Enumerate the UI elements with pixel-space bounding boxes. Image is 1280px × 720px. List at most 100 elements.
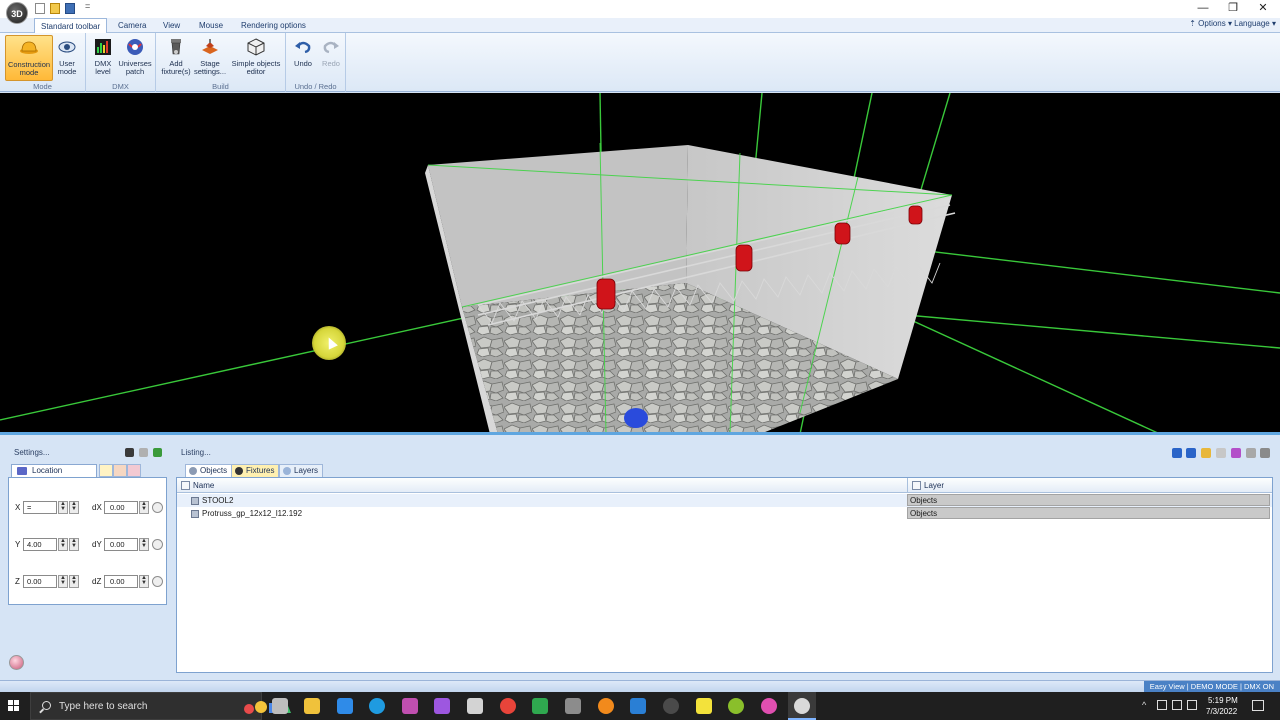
group-icon[interactable] [153, 448, 162, 457]
link-icon[interactable] [1231, 448, 1241, 458]
taskbar-search-box[interactable]: Type here to search [30, 692, 291, 720]
dz-apply-icon[interactable] [152, 576, 163, 587]
open-folder-icon[interactable] [50, 3, 60, 14]
dy-input[interactable]: 0.00 [104, 538, 138, 551]
move-up-icon[interactable] [1186, 448, 1196, 458]
z-spinner-down[interactable]: ▲ ▼ [69, 575, 79, 588]
row-name: Protruss_gp_12x12_l12.192 [189, 507, 302, 520]
chrome-icon[interactable] [500, 698, 516, 714]
3d-viewport[interactable] [0, 93, 1280, 434]
options-menu[interactable]: ⇡ Options ▾ [1189, 19, 1232, 28]
notes-icon[interactable] [696, 698, 712, 714]
move-down-icon[interactable] [1172, 448, 1182, 458]
media-icon[interactable] [598, 698, 614, 714]
x-spinner-up[interactable]: ▲ ▼ [58, 501, 68, 514]
tab-location[interactable]: Location [11, 464, 97, 477]
row-layer[interactable]: Objects [907, 507, 1270, 519]
dx-input[interactable]: 0.00 [104, 501, 138, 514]
x-spinner-down[interactable]: ▲ ▼ [69, 501, 79, 514]
chat-icon[interactable] [630, 698, 646, 714]
teams-icon[interactable] [402, 698, 418, 714]
save-icon[interactable] [65, 3, 75, 14]
tab-standard-toolbar[interactable]: Standard toolbar [34, 18, 108, 34]
app-logo-icon[interactable]: 3D [6, 2, 28, 24]
dz-spinner[interactable]: ▲ ▼ [139, 575, 149, 588]
tab-camera[interactable]: Camera [112, 18, 152, 33]
column-header-name[interactable]: Name [177, 478, 907, 493]
language-menu[interactable]: Language ▾ [1234, 19, 1276, 28]
y-input[interactable]: 4.00 [23, 538, 57, 551]
clock-date[interactable]: 7/3/2022 [1206, 707, 1237, 716]
table-row[interactable]: Protruss_gp_12x12_l12.192 Objects [177, 507, 1272, 520]
close-button[interactable]: ✕ [1248, 0, 1278, 18]
shield-icon[interactable] [532, 698, 548, 714]
object-icon [191, 510, 199, 518]
minimize-button[interactable]: — [1188, 0, 1218, 18]
column-header-layer[interactable]: Layer [907, 478, 1272, 493]
z-spinner-up[interactable]: ▲ ▼ [58, 575, 68, 588]
windows-start-icon[interactable] [8, 700, 20, 712]
y-spinner-up[interactable]: ▲ ▼ [58, 538, 68, 551]
fixture-2 [735, 244, 753, 272]
dx-spinner[interactable]: ▲ ▼ [139, 501, 149, 514]
quick-access-menu-icon[interactable]: = [85, 1, 90, 12]
new-file-icon[interactable] [35, 3, 45, 14]
dy-spinner[interactable]: ▲ ▼ [139, 538, 149, 551]
add-fixtures-button[interactable]: Add fixture(s) [158, 35, 194, 81]
stage-settings-button[interactable]: Stage settings... [192, 35, 228, 81]
tab-mouse[interactable]: Mouse [193, 18, 229, 33]
settings-tabs: Location [11, 464, 163, 477]
y-spinner-down[interactable]: ▲ ▼ [69, 538, 79, 551]
app-green-icon[interactable] [728, 698, 744, 714]
app-icon[interactable] [434, 698, 450, 714]
clock-time[interactable]: 5:19 PM [1208, 696, 1238, 705]
redo-button[interactable]: Redo [316, 35, 346, 81]
task-view-icon[interactable] [272, 698, 288, 714]
tab-rendering-options[interactable]: Rendering options [235, 18, 312, 33]
object-icon[interactable] [139, 448, 148, 457]
tab-color[interactable] [127, 464, 141, 477]
x-input[interactable]: = [23, 501, 57, 514]
user-mode-button[interactable]: User mode [52, 35, 82, 81]
network-icon[interactable] [1157, 700, 1167, 710]
copy-icon[interactable] [1216, 448, 1226, 458]
itunes-icon[interactable] [761, 698, 777, 714]
table-row[interactable]: STOOL2 Objects [177, 494, 1272, 507]
maximize-button[interactable]: ❐ [1218, 0, 1248, 18]
camera-icon[interactable] [125, 448, 134, 457]
3d-app-taskbar-icon[interactable] [794, 698, 810, 714]
notifications-icon[interactable] [1252, 700, 1264, 711]
tab-rotation[interactable] [99, 464, 113, 477]
camera-app-icon[interactable] [663, 698, 679, 714]
universes-patch-button[interactable]: Universes patch [117, 35, 153, 81]
tab-view[interactable]: View [157, 18, 186, 33]
mail-icon[interactable] [337, 698, 353, 714]
store-icon[interactable] [467, 698, 483, 714]
dmx-level-button[interactable]: DMX level [88, 35, 118, 81]
wifi-icon[interactable] [1172, 700, 1182, 710]
simple-objects-editor-button[interactable]: Simple objects editor [229, 35, 283, 81]
properties-icon[interactable] [1246, 448, 1256, 458]
dy-apply-icon[interactable] [152, 539, 163, 550]
edge-icon[interactable] [369, 698, 385, 714]
dx-apply-icon[interactable] [152, 502, 163, 513]
volume-icon[interactable] [1187, 700, 1197, 710]
settings-title: Settings... [14, 448, 50, 457]
tool-icon[interactable] [565, 698, 581, 714]
file-explorer-icon[interactable] [304, 698, 320, 714]
object-icon [191, 497, 199, 505]
globe-icon[interactable] [9, 655, 24, 670]
folder-icon[interactable] [1201, 448, 1211, 458]
tab-fixtures[interactable]: Fixtures [231, 464, 280, 477]
tray-expand-icon[interactable]: ^ [1142, 700, 1146, 710]
undo-button[interactable]: Undo [288, 35, 318, 81]
delete-icon[interactable] [1260, 448, 1270, 458]
construction-mode-button[interactable]: Construction mode [5, 35, 53, 81]
tab-layers[interactable]: Layers [279, 464, 324, 477]
z-input[interactable]: 0.00 [23, 575, 57, 588]
tab-gobo[interactable] [113, 464, 127, 477]
dz-input[interactable]: 0.00 [104, 575, 138, 588]
splitter-bar[interactable] [0, 432, 1280, 435]
tab-objects[interactable]: Objects [185, 464, 233, 477]
row-layer[interactable]: Objects [907, 494, 1270, 506]
